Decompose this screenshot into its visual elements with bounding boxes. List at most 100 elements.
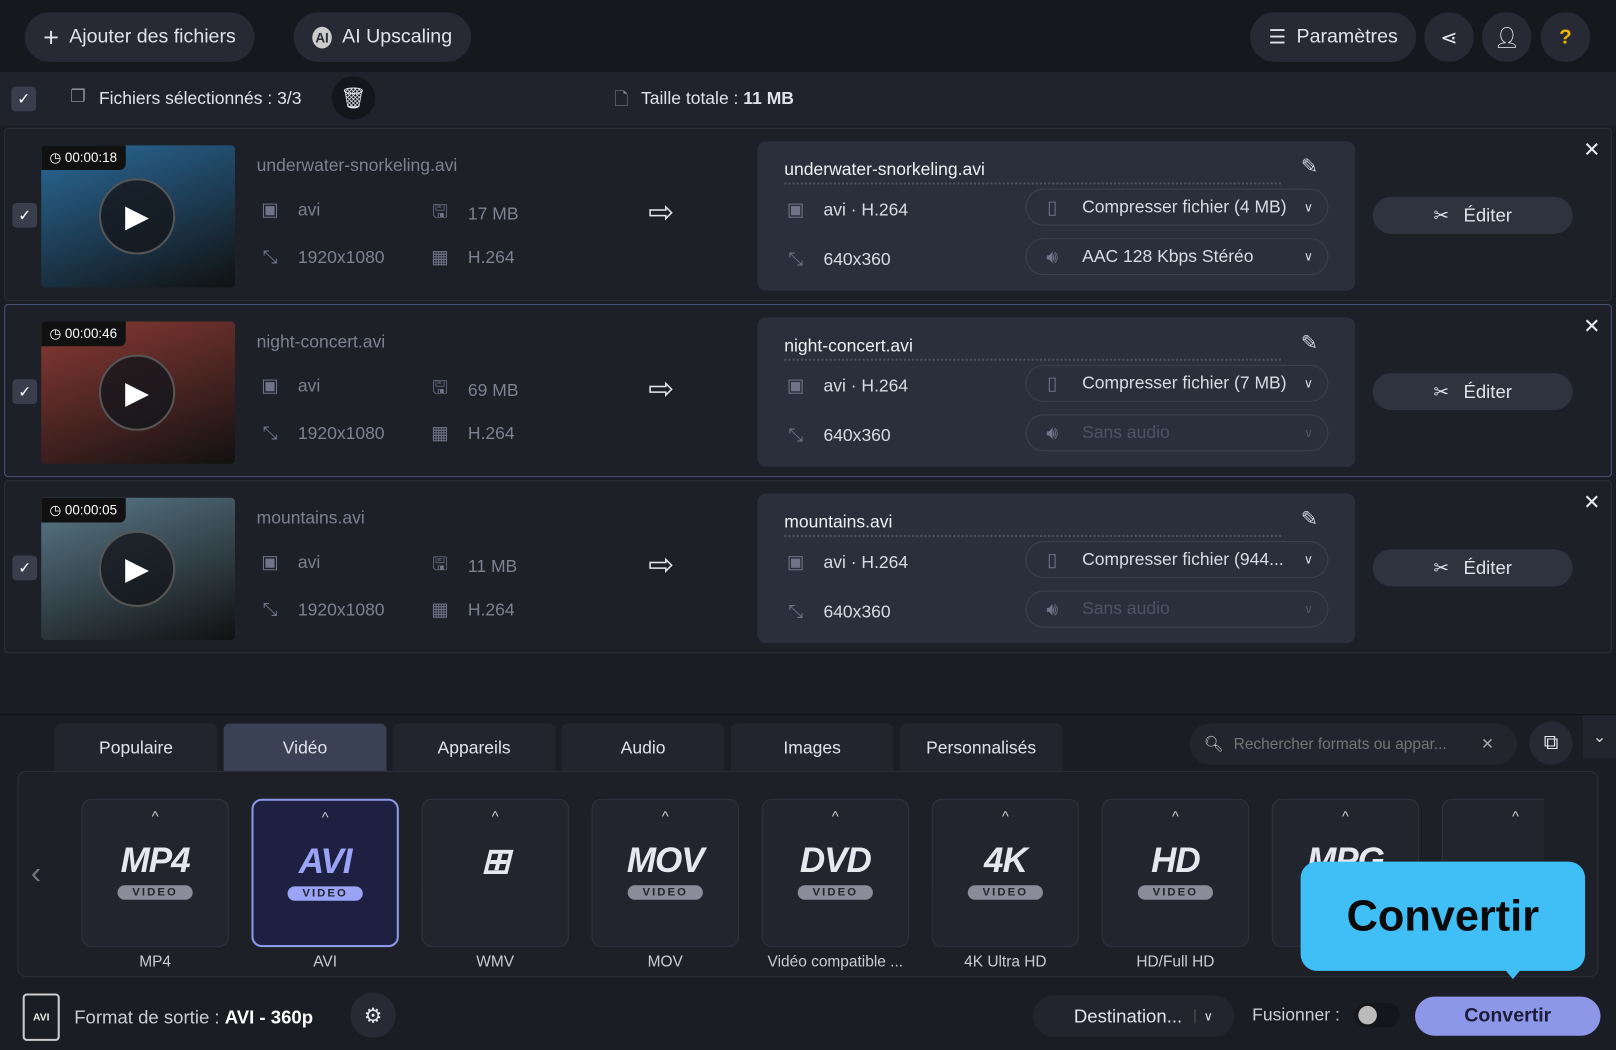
gear-icon: ⚙ [363,1004,383,1027]
file-checkbox[interactable]: ✓ [12,555,38,581]
share-button[interactable]: ⋖ [1424,12,1474,62]
help-icon: ? [1559,25,1572,48]
tab-images[interactable]: Images [730,723,894,773]
play-button[interactable]: ▶ [98,530,176,608]
sliders-icon: ☰ [1268,26,1287,48]
output-filename[interactable]: mountains.avi [784,512,1282,537]
tab-audio[interactable]: Audio [561,723,725,773]
resize-icon: ⤡ [788,248,804,269]
rename-pencil-icon[interactable]: ✎ [1301,330,1318,356]
codec-icon: ▦ [431,598,449,620]
remove-file-button[interactable]: ✕ [1583,137,1600,163]
tab-appareils[interactable]: Appareils [392,723,556,773]
settings-button[interactable]: ☰ Paramètres [1250,12,1417,62]
account-button[interactable]: 👤︎ [1482,12,1532,62]
format-search[interactable]: 🔍︎ ✕ [1189,723,1518,765]
device-detect-button[interactable]: ⧉ [1529,721,1573,765]
format-card[interactable]: ^ MP4 VIDEO [81,798,229,948]
convert-button[interactable]: Convertir [1415,996,1601,1036]
chevron-up-icon: ^ [1342,807,1349,825]
convert-arrow-icon: ⇨ [648,195,675,230]
edit-button[interactable]: ✂ Éditer [1372,549,1573,587]
format-label: MOV [647,953,683,971]
format-logo: HD [1151,840,1201,881]
convert-arrow-icon: ⇨ [648,372,675,407]
play-button[interactable]: ▶ [98,178,176,255]
tab-personnalisés[interactable]: Personnalisés [899,723,1063,773]
clear-search-icon[interactable]: ✕ [1481,735,1494,754]
chevron-down-icon: ∨ [1194,1008,1213,1024]
delete-button[interactable]: 🗑︎ [331,76,376,120]
source-codec: H.264 [467,246,515,267]
duration-badge: ◷ 00:00:46 [41,321,126,347]
format-card[interactable]: ^ ⊞ [421,798,569,948]
format-card[interactable]: ^ AVI VIDEO [251,798,399,948]
resize-icon: ⤡ [788,600,804,622]
edit-button[interactable]: ✂ Éditer [1372,373,1573,411]
top-toolbar: + Ajouter des fichiers AI AI Upscaling ☰ Pa… [0,0,1616,73]
video-thumbnail[interactable]: ◷ 00:00:18 ▶ [41,145,235,288]
tab-vidéo[interactable]: Vidéo [223,723,387,773]
remove-file-button[interactable]: ✕ [1583,313,1600,339]
format-label: HD/Full HD [1136,953,1215,971]
format-logo: DVD [799,840,872,881]
resize-icon: ⤡ [262,422,278,444]
format-card[interactable]: ^ 4K VIDEO [931,798,1080,948]
save-icon: 🖫 [432,377,448,398]
file-checkbox[interactable]: ✓ [12,379,38,404]
rename-pencil-icon[interactable]: ✎ [1301,154,1318,180]
play-button[interactable]: ▶ [98,354,176,431]
edit-button[interactable]: ✂ Éditer [1372,196,1573,234]
output-resolution: 640x360 [823,248,891,269]
format-label: WMV [476,953,515,971]
file-row: ✓ ◷ 00:00:18 ▶ underwater-snorkeling.avi… [4,127,1612,301]
output-filename[interactable]: underwater-snorkeling.avi [784,160,1282,185]
convert-tooltip: Convertir [1300,861,1586,980]
selection-bar: ✓ ❐ Fichiers sélectionnés : 3/3 🗑︎ 🗋 Tai… [0,72,1616,126]
output-format: avi · H.264 [823,551,909,572]
compress-dropdown[interactable]: ▯ Compresser fichier (4 MB) ∨ [1025,188,1329,226]
audio-dropdown[interactable]: 🔊︎ AAC 128 Kbps Stéréo ∨ [1025,238,1329,276]
output-filename[interactable]: night-concert.avi [784,336,1282,361]
edit-label: Éditer [1463,557,1512,578]
chevron-up-icon: ^ [831,807,839,825]
video-thumbnail[interactable]: ◷ 00:00:05 ▶ [41,497,235,641]
video-thumbnail[interactable]: ◷ 00:00:46 ▶ [41,321,235,464]
duration-badge: ◷ 00:00:18 [41,145,126,171]
format-search-input[interactable] [1233,735,1471,753]
output-format: avi · H.264 [823,199,909,220]
resize-icon: ⤡ [262,598,278,620]
tab-populaire[interactable]: Populaire [54,723,218,773]
add-files-button[interactable]: + Ajouter des fichiers [24,12,255,62]
chevron-up-icon: ^ [151,807,159,825]
ai-upscaling-button[interactable]: AI AI Upscaling [293,12,471,62]
help-button[interactable]: ? [1540,12,1591,62]
collapse-panel-button[interactable]: ⌄ [1583,715,1616,759]
select-all-checkbox[interactable]: ✓ [11,86,37,112]
file-checkbox[interactable]: ✓ [12,203,38,228]
files-icon: ❐ [70,86,86,107]
format-label: MP4 [139,953,171,971]
compress-dropdown[interactable]: ▯ Compresser fichier (7 MB) ∨ [1025,364,1329,402]
merge-toggle[interactable] [1354,1002,1400,1028]
destination-dropdown[interactable]: Destination... ∨ [1032,995,1235,1037]
format-logo: AVI [298,842,353,882]
format-card[interactable]: ^ HD VIDEO [1101,798,1250,948]
video-format-icon: ▣ [786,198,805,220]
remove-file-button[interactable]: ✕ [1583,490,1600,516]
format-card[interactable]: ^ DVD VIDEO [761,798,909,948]
format-card[interactable]: ^ MOV VIDEO [591,798,739,948]
format-logo-sub: VIDEO [968,885,1043,900]
compress-dropdown[interactable]: ▯ Compresser fichier (944... ∨ [1025,541,1329,579]
user-icon: 👤︎ [1493,26,1520,49]
video-format-icon: ▣ [261,551,279,572]
output-settings-box: mountains.avi ✎ ▣ avi · H.264 ⤡ 640x360 ▯ C… [757,493,1356,644]
format-label: 4K Ultra HD [964,953,1047,971]
file-row: ✓ ◷ 00:00:46 ▶ night-concert.avi ▣ avi 🖫 6… [4,304,1612,478]
output-settings-button[interactable]: ⚙ [350,992,396,1038]
format-logo-sub: VIDEO [287,886,363,901]
destination-label: Destination... [1073,1005,1183,1026]
rename-pencil-icon[interactable]: ✎ [1301,506,1318,532]
share-icon: ⋖ [1440,26,1458,49]
audio-value: Sans audio [1082,422,1170,443]
